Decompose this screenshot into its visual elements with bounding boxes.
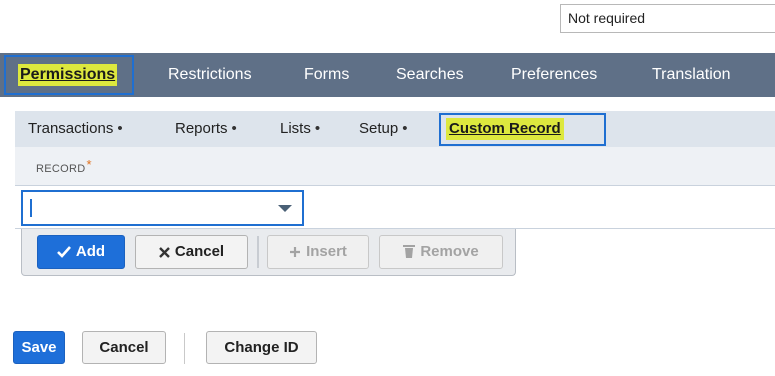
tab-translation[interactable]: Translation <box>652 53 731 97</box>
footer-divider <box>184 333 185 364</box>
subtab-lists-label: Lists <box>280 120 311 137</box>
plus-icon <box>290 247 301 257</box>
subtab-setup-label: Setup <box>359 120 399 137</box>
check-icon <box>56 246 71 258</box>
cancel-button-label: Cancel <box>99 339 149 356</box>
tab-preferences-label: Preferences <box>511 66 598 83</box>
subtab-transactions[interactable]: Transactions • <box>28 111 123 147</box>
add-button[interactable]: Add <box>37 235 125 269</box>
subtab-custom-record[interactable]: Custom Record <box>446 111 564 147</box>
tab-restrictions-label: Restrictions <box>168 66 252 83</box>
chevron-down-icon[interactable] <box>278 205 292 212</box>
top-select[interactable]: Not required <box>560 4 775 33</box>
subtab-setup[interactable]: Setup • <box>359 111 407 147</box>
trash-icon <box>403 245 416 258</box>
subtab-bullet: • <box>117 120 123 137</box>
subtab-bullet: • <box>402 120 408 137</box>
text-cursor <box>30 199 32 217</box>
tab-permissions[interactable]: Permissions <box>18 53 118 97</box>
subtab-bullet: • <box>314 120 321 137</box>
cancel-button[interactable]: Cancel <box>82 331 166 364</box>
record-column-label: RECORD* <box>36 157 92 175</box>
tab-restrictions[interactable]: Restrictions <box>168 53 252 97</box>
insert-button[interactable]: Insert <box>267 235 369 269</box>
required-marker: * <box>86 157 92 172</box>
subtab-bullet: • <box>231 120 237 137</box>
subtab-reports[interactable]: Reports • <box>175 111 237 147</box>
change-id-button-label: Change ID <box>224 339 299 356</box>
subtab-lists[interactable]: Lists • <box>280 111 320 147</box>
insert-button-label: Insert <box>306 243 347 260</box>
subtab-transactions-label: Transactions <box>28 120 114 137</box>
top-select-value: Not required <box>568 10 646 26</box>
row-cancel-button-label: Cancel <box>174 243 225 260</box>
subtab-custom-record-label: Custom Record <box>446 118 564 140</box>
x-icon <box>159 247 170 258</box>
tab-forms-label: Forms <box>304 66 350 83</box>
tab-forms[interactable]: Forms <box>304 53 349 97</box>
row-cancel-button[interactable]: Cancel <box>135 235 248 269</box>
tab-translation-label: Translation <box>652 66 731 83</box>
main-tabs: Permissions Restrictions Forms Searches … <box>0 53 775 97</box>
change-id-button[interactable]: Change ID <box>206 331 317 364</box>
sub-tabs: Transactions • Reports • Lists • Setup • Cus… <box>15 111 775 147</box>
add-button-label: Add <box>75 243 106 260</box>
record-dropdown[interactable] <box>21 190 304 226</box>
record-column-label-text: RECORD <box>36 163 86 175</box>
remove-button[interactable]: Remove <box>379 235 503 269</box>
subtab-reports-label: Reports <box>175 120 228 137</box>
tab-searches-label: Searches <box>396 66 464 83</box>
save-button-label: Save <box>21 339 57 356</box>
record-column-header: RECORD* <box>15 147 775 186</box>
tab-preferences[interactable]: Preferences <box>511 53 597 97</box>
tray-divider <box>257 236 259 268</box>
tab-permissions-label: Permissions <box>18 64 118 86</box>
tab-searches[interactable]: Searches <box>396 53 464 97</box>
remove-button-label: Remove <box>420 243 479 260</box>
save-button[interactable]: Save <box>13 331 65 364</box>
